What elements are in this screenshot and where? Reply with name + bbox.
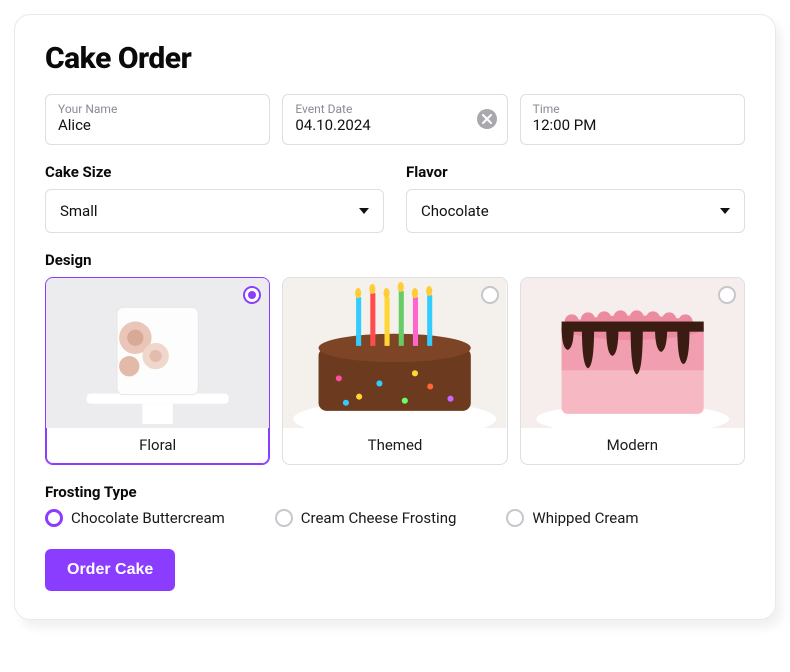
- time-label: Time: [533, 103, 732, 116]
- chevron-down-icon: [720, 208, 730, 214]
- frosting-label: Frosting Type: [45, 483, 745, 501]
- design-option-themed[interactable]: Themed: [282, 277, 507, 465]
- radio-icon: [243, 286, 261, 304]
- frosting-option-label: Chocolate Buttercream: [71, 509, 225, 527]
- radio-icon: [45, 509, 63, 527]
- event-date-label: Event Date: [295, 103, 494, 116]
- design-label: Design: [45, 251, 745, 269]
- name-label: Your Name: [58, 103, 257, 116]
- top-fields-row: Your Name Alice Event Date 04.10.2024 Ti…: [45, 94, 745, 145]
- cake-size-select[interactable]: Small: [45, 189, 384, 233]
- frosting-option-whipped-cream[interactable]: Whipped Cream: [506, 509, 638, 527]
- flavor-select[interactable]: Chocolate: [406, 189, 745, 233]
- design-caption: Themed: [283, 428, 506, 464]
- design-option-modern[interactable]: Modern: [520, 277, 745, 465]
- frosting-option-cream-cheese[interactable]: Cream Cheese Frosting: [275, 509, 457, 527]
- order-cake-button[interactable]: Order Cake: [45, 549, 175, 591]
- cake-size-col: Cake Size Small: [45, 163, 384, 233]
- name-value: Alice: [58, 116, 257, 136]
- cake-modern-image: [521, 278, 744, 428]
- cake-floral-image: [46, 278, 269, 428]
- design-row: Floral: [45, 277, 745, 465]
- clear-date-icon[interactable]: [477, 109, 497, 129]
- design-caption: Modern: [521, 428, 744, 464]
- cake-order-card: Cake Order Your Name Alice Event Date 04…: [14, 14, 776, 620]
- selects-row: Cake Size Small Flavor Chocolate: [45, 163, 745, 233]
- frosting-option-label: Whipped Cream: [532, 509, 638, 527]
- name-field[interactable]: Your Name Alice: [45, 94, 270, 145]
- radio-icon: [481, 286, 499, 304]
- cake-size-label: Cake Size: [45, 163, 384, 181]
- chevron-down-icon: [359, 208, 369, 214]
- cake-themed-image: [283, 278, 506, 428]
- flavor-label: Flavor: [406, 163, 745, 181]
- design-option-floral[interactable]: Floral: [45, 277, 270, 465]
- design-caption: Floral: [46, 428, 269, 464]
- flavor-col: Flavor Chocolate: [406, 163, 745, 233]
- radio-icon: [275, 509, 293, 527]
- frosting-option-label: Cream Cheese Frosting: [301, 509, 457, 527]
- event-date-field[interactable]: Event Date 04.10.2024: [282, 94, 507, 145]
- flavor-value: Chocolate: [421, 202, 489, 220]
- radio-icon: [718, 286, 736, 304]
- event-date-value: 04.10.2024: [295, 116, 494, 136]
- time-value: 12:00 PM: [533, 116, 732, 136]
- radio-icon: [506, 509, 524, 527]
- cake-size-value: Small: [60, 202, 98, 220]
- frosting-row: Chocolate Buttercream Cream Cheese Frost…: [45, 509, 745, 527]
- time-field[interactable]: Time 12:00 PM: [520, 94, 745, 145]
- page-title: Cake Order: [45, 41, 745, 76]
- frosting-option-chocolate-buttercream[interactable]: Chocolate Buttercream: [45, 509, 225, 527]
